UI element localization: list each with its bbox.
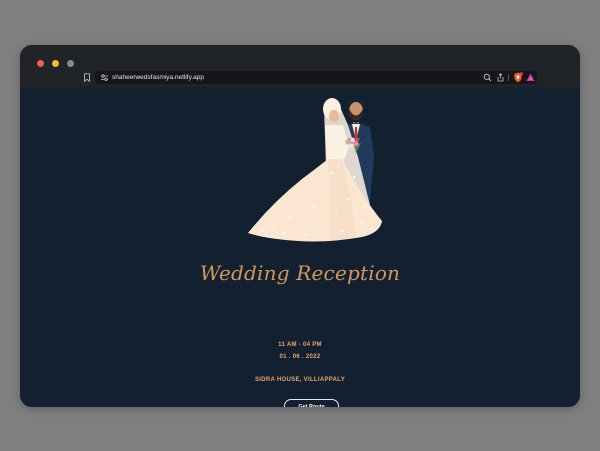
browser-toolbar: shaheerwedsfasmiya.netlify.app (20, 45, 580, 87)
bride-groom-illustration (248, 98, 382, 242)
zoom-icon[interactable] (483, 73, 492, 82)
url-text[interactable]: shaheerwedsfasmiya.netlify.app (112, 72, 204, 83)
get-route-button[interactable]: Get Route (284, 399, 339, 407)
event-venue: SIDRA HOUSE, VILLIAPPALY (255, 377, 345, 383)
toolbar-separator (508, 74, 509, 81)
brave-shield-icon[interactable] (513, 72, 523, 83)
address-bar[interactable]: shaheerwedsfasmiya.netlify.app (95, 71, 537, 84)
event-date: 01 . 06 . 2022 (279, 354, 321, 360)
page-title: Wedding Reception (199, 261, 401, 285)
minimize-window-button[interactable] (52, 60, 59, 67)
close-window-button[interactable] (37, 60, 44, 67)
site-settings-icon[interactable] (100, 73, 109, 82)
share-icon[interactable] (496, 73, 505, 82)
browser-window: shaheerwedsfasmiya.netlify.app Wedding R… (20, 45, 580, 407)
page-content: Wedding Reception 11 AM - 04 PM 01 . 06 … (20, 87, 580, 407)
brave-rewards-icon[interactable] (526, 73, 535, 82)
bookmark-icon[interactable] (83, 73, 91, 82)
maximize-window-button[interactable] (67, 60, 74, 67)
event-time: 11 AM - 04 PM (278, 342, 322, 348)
